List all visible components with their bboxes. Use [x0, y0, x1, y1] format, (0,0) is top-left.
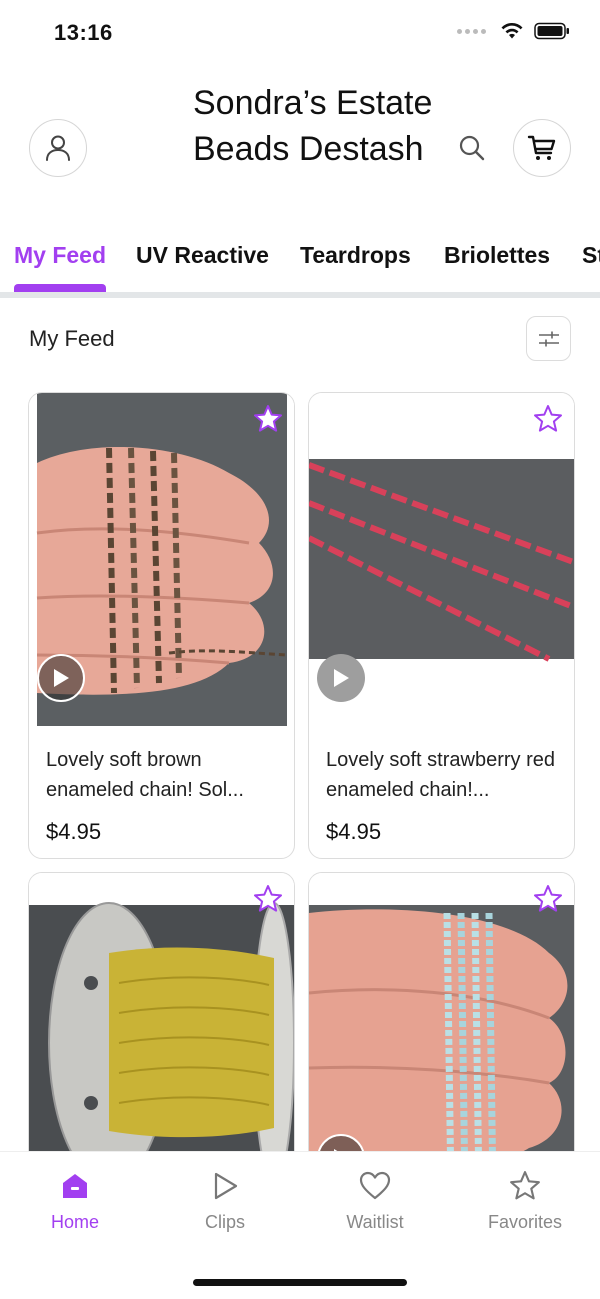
status-bar: 13:16 [0, 0, 600, 66]
active-tab-indicator [14, 284, 106, 292]
star-icon [534, 885, 562, 912]
play-icon [334, 669, 349, 687]
product-card[interactable]: Lovely soft brown enameled chain! Sol...… [28, 392, 295, 859]
status-time: 13:16 [54, 20, 113, 45]
star-icon [510, 1171, 540, 1200]
category-tabs: My Feed UV Reactive Teardrops Briolettes… [0, 230, 600, 298]
heart-icon [359, 1171, 391, 1200]
tab-partial[interactable]: St [582, 242, 600, 269]
battery-icon [534, 22, 569, 40]
nav-waitlist[interactable]: Waitlist [315, 1168, 435, 1233]
nav-label: Clips [204, 1212, 245, 1232]
product-image[interactable] [29, 873, 294, 1191]
filter-button[interactable] [526, 316, 571, 361]
play-video-button[interactable] [317, 654, 365, 702]
play-video-button[interactable] [37, 654, 85, 702]
product-card[interactable] [308, 872, 575, 1192]
tab-teardrops[interactable]: Teardrops [300, 242, 411, 269]
play-icon [54, 669, 69, 687]
signal-dots-icon [457, 28, 486, 34]
product-name: Lovely soft strawberry red enameled chai… [326, 749, 555, 801]
tabs-divider [0, 292, 600, 298]
search-icon [459, 135, 485, 161]
favorite-button[interactable] [530, 881, 566, 917]
product-image[interactable] [29, 393, 294, 726]
nav-favorites[interactable]: Favorites [465, 1168, 585, 1233]
tab-briolettes[interactable]: Briolettes [444, 242, 550, 269]
star-icon [534, 405, 562, 432]
feed-title: My Feed [29, 326, 115, 351]
product-image[interactable] [309, 393, 574, 726]
favorite-button[interactable] [250, 881, 286, 917]
store-header: Sondra’s Estate Beads Destash [0, 66, 600, 230]
search-button[interactable] [456, 132, 488, 164]
favorite-button[interactable] [530, 401, 566, 437]
tab-my-feed[interactable]: My Feed [14, 242, 106, 269]
home-icon [63, 1174, 87, 1198]
favorite-button[interactable] [250, 401, 286, 437]
status-icons [457, 22, 570, 40]
star-icon [254, 885, 282, 912]
play-icon [214, 1172, 238, 1200]
product-image[interactable] [309, 873, 574, 1191]
cart-icon [527, 135, 556, 160]
nav-home[interactable]: Home [15, 1168, 135, 1233]
store-title: Sondra’s Estate Beads Destash [193, 84, 433, 168]
nav-clips[interactable]: Clips [165, 1168, 285, 1233]
bottom-navigation: Home Clips Waitlist Favorites [0, 1151, 600, 1299]
user-icon [46, 135, 70, 161]
yellow-chain-image [29, 873, 294, 1191]
tab-uv-reactive[interactable]: UV Reactive [136, 242, 269, 269]
product-card[interactable]: Lovely soft strawberry red enameled chai… [308, 392, 575, 859]
wifi-icon [501, 23, 523, 39]
home-indicator [193, 1279, 407, 1286]
nav-label: Home [50, 1212, 99, 1232]
product-price: $4.95 [326, 819, 382, 844]
sliders-icon [538, 331, 559, 346]
product-card[interactable] [28, 872, 295, 1192]
star-icon [254, 405, 282, 432]
product-name: Lovely soft brown enameled chain! Sol... [46, 749, 244, 801]
nav-label: Waitlist [346, 1212, 404, 1232]
product-price: $4.95 [46, 819, 102, 844]
profile-button[interactable] [29, 119, 87, 177]
nav-label: Favorites [487, 1212, 563, 1232]
cart-button[interactable] [513, 119, 571, 177]
